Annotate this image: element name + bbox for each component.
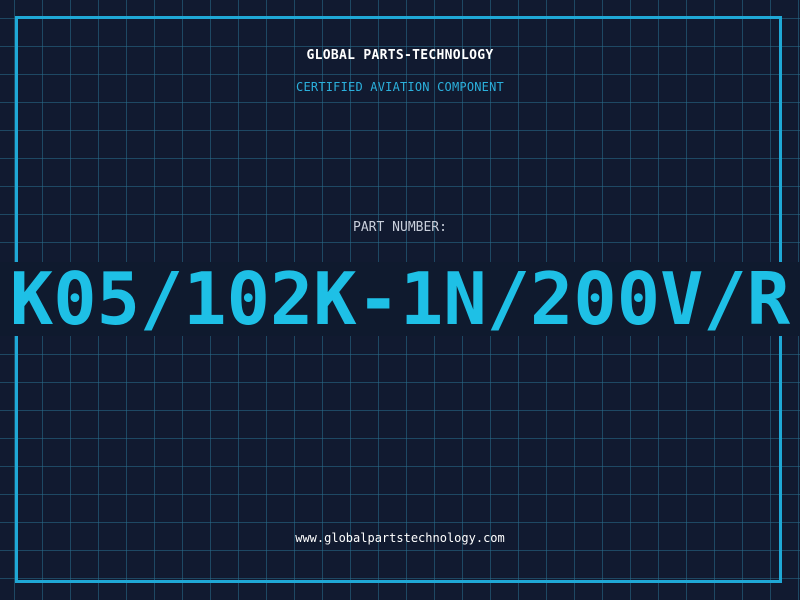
part-number-card: GLOBAL PARTS-TECHNOLOGY CERTIFIED AVIATI… [0, 0, 800, 600]
part-number-band: K05/102K-1N/200V/R [0, 262, 800, 336]
company-name: GLOBAL PARTS-TECHNOLOGY [306, 48, 494, 63]
certification-tagline: CERTIFIED AVIATION COMPONENT [296, 80, 504, 94]
website-url: www.globalpartstechnology.com [295, 531, 505, 545]
part-number-value: K05/102K-1N/200V/R [9, 262, 791, 336]
part-number-label: PART NUMBER: [353, 220, 447, 235]
